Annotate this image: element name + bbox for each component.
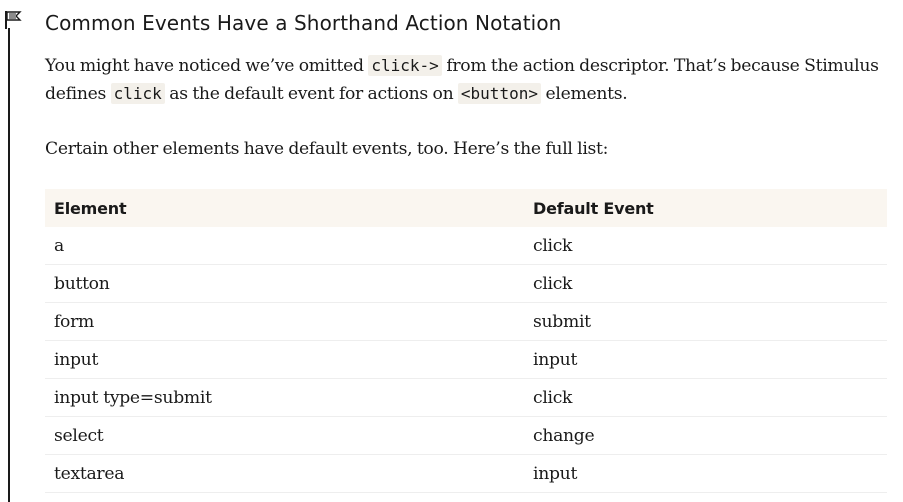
code-click-arrow: click-> (368, 55, 442, 76)
cell-default-event: submit (524, 302, 887, 341)
cell-element: textarea (45, 454, 524, 493)
cell-default-event: click (524, 378, 887, 417)
intro-text-4: elements. (540, 84, 628, 104)
cell-element: form (45, 302, 524, 341)
table-row: input type=submit click (45, 378, 887, 417)
table-row: a click (45, 227, 887, 265)
flag-icon (5, 11, 22, 29)
cell-default-event: input (524, 454, 887, 493)
intro-paragraph: You might have noticed we’ve omitted cli… (45, 52, 895, 108)
section-heading: Common Events Have a Shorthand Action No… (45, 11, 562, 35)
section-left-rule (8, 28, 10, 502)
table-row: textarea input (45, 454, 887, 493)
default-events-table: Element Default Event a click button cli… (45, 189, 887, 493)
cell-element: input type=submit (45, 378, 524, 417)
code-click: click (110, 83, 165, 104)
cell-element: a (45, 227, 524, 265)
intro-text-1: You might have noticed we’ve omitted (45, 56, 369, 76)
cell-default-event: click (524, 227, 887, 265)
cell-element: select (45, 416, 524, 455)
code-button-tag: <button> (457, 83, 541, 104)
table-header-row: Element Default Event (45, 189, 887, 227)
intro-text-3: as the default event for actions on (164, 84, 458, 104)
table-row: form submit (45, 302, 887, 341)
cell-default-event: input (524, 340, 887, 379)
header-default-event: Default Event (533, 198, 654, 218)
cell-element: input (45, 340, 524, 379)
cell-default-event: change (524, 416, 887, 455)
table-row: input input (45, 340, 887, 379)
table-row: button click (45, 264, 887, 303)
cell-element: button (45, 264, 524, 303)
header-element: Element (54, 198, 127, 218)
list-intro-paragraph: Certain other elements have default even… (45, 139, 609, 159)
cell-default-event: click (524, 264, 887, 303)
table-row: select change (45, 416, 887, 455)
